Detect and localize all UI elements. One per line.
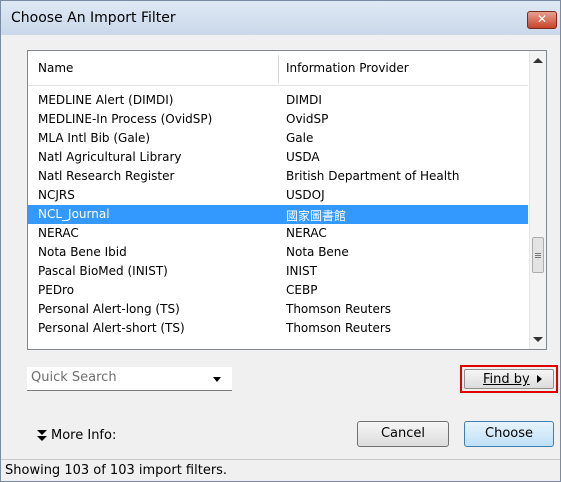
list-row[interactable]: MLA Intl Bib (Gale) Gale [28, 129, 528, 148]
row-name: MEDLINE-In Process (OvidSP) [38, 112, 213, 126]
window-title: Choose An Import Filter [11, 10, 176, 26]
row-provider: 國家圖書館 [286, 209, 347, 223]
row-name: Natl Research Register [38, 169, 175, 183]
row-provider: NERAC [286, 226, 327, 240]
scroll-up-icon[interactable] [533, 58, 543, 63]
find-by-highlight-box: Find by [460, 365, 558, 393]
list-row[interactable]: MEDLINE-In Process (OvidSP) OvidSP [28, 110, 528, 129]
more-info-label: More Info: [51, 428, 117, 443]
list-row[interactable]: NERAC NERAC [28, 224, 528, 243]
row-name: NCL_Journal [38, 207, 110, 221]
vertical-scrollbar[interactable] [529, 51, 546, 349]
close-button[interactable]: ✕ [527, 11, 557, 29]
scroll-thumb[interactable] [532, 237, 544, 273]
import-filter-dialog: Choose An Import Filter ✕ Name Informati… [0, 0, 561, 482]
row-name: MEDLINE Alert (DIMDI) [38, 93, 174, 107]
list-row[interactable]: Pascal BioMed (INIST) INIST [28, 262, 528, 281]
row-name: Personal Alert-short (TS) [38, 321, 185, 335]
row-provider: Nota Bene [286, 245, 349, 259]
row-name: Pascal BioMed (INIST) [38, 264, 168, 278]
row-provider: USDA [286, 150, 320, 164]
row-name: NERAC [38, 226, 79, 240]
row-provider: OvidSP [286, 112, 329, 126]
row-provider: Thomson Reuters [286, 321, 392, 335]
cancel-button[interactable]: Cancel [357, 421, 449, 447]
column-divider[interactable] [278, 55, 279, 83]
row-provider: Gale [286, 131, 314, 145]
quick-search-placeholder[interactable]: Quick Search [31, 370, 117, 385]
row-name: Nota Bene Ibid [38, 245, 127, 259]
row-provider: USDOJ [286, 188, 325, 202]
list-row[interactable]: Natl Research Register British Department… [28, 167, 528, 186]
double-chevron-down-icon [37, 430, 47, 441]
row-name: NCJRS [38, 188, 75, 202]
grip-line [535, 253, 541, 254]
column-header-name[interactable]: Name [38, 61, 73, 75]
list-row[interactable]: Personal Alert-long (TS) Thomson Reuters [28, 300, 528, 319]
scroll-down-icon[interactable] [533, 337, 543, 342]
filter-list[interactable]: Name Information Provider MEDLINE Alert … [27, 50, 547, 350]
list-header: Name Information Provider [28, 51, 528, 86]
column-header-provider[interactable]: Information Provider [286, 61, 409, 75]
find-by-label: Find by [483, 372, 530, 387]
row-name: Natl Agricultural Library [38, 150, 182, 164]
row-name: MLA Intl Bib (Gale) [38, 131, 151, 145]
status-text: Showing 103 of 103 import filters. [5, 463, 228, 478]
choose-button[interactable]: Choose [464, 421, 554, 447]
dropdown-arrow-icon[interactable] [213, 377, 221, 382]
row-provider: INIST [286, 264, 318, 278]
title-bar: Choose An Import Filter ✕ [1, 1, 560, 35]
quick-search-combo[interactable]: Quick Search [27, 367, 232, 391]
list-row[interactable]: Nota Bene Ibid Nota Bene [28, 243, 528, 262]
list-row[interactable]: MEDLINE Alert (DIMDI) DIMDI [28, 91, 528, 110]
close-icon: ✕ [536, 12, 548, 26]
row-provider: Thomson Reuters [286, 302, 392, 316]
list-row[interactable]: Personal Alert-short (TS) Thomson Reuters [28, 319, 528, 338]
row-provider: CEBP [286, 283, 318, 297]
list-row[interactable]: NCJRS USDOJ [28, 186, 528, 205]
row-provider: DIMDI [286, 93, 322, 107]
grip-line [535, 255, 541, 256]
row-provider: British Department of Health [286, 169, 460, 183]
row-name: Personal Alert-long (TS) [38, 302, 180, 316]
list-rows: MEDLINE Alert (DIMDI) DIMDI MEDLINE-In Pro… [28, 91, 528, 338]
list-row[interactable]: PEDro CEBP [28, 281, 528, 300]
chevron-right-icon [537, 375, 542, 383]
find-by-button[interactable]: Find by [464, 369, 554, 389]
grip-line [535, 257, 541, 258]
dialog-body: Name Information Provider MEDLINE Alert … [7, 35, 558, 459]
list-row[interactable]: Natl Agricultural Library USDA [28, 148, 528, 167]
status-bar: Showing 103 of 103 import filters. [1, 459, 560, 481]
row-name: PEDro [38, 283, 75, 297]
list-row[interactable]: NCL_Journal 國家圖書館 [28, 205, 528, 224]
